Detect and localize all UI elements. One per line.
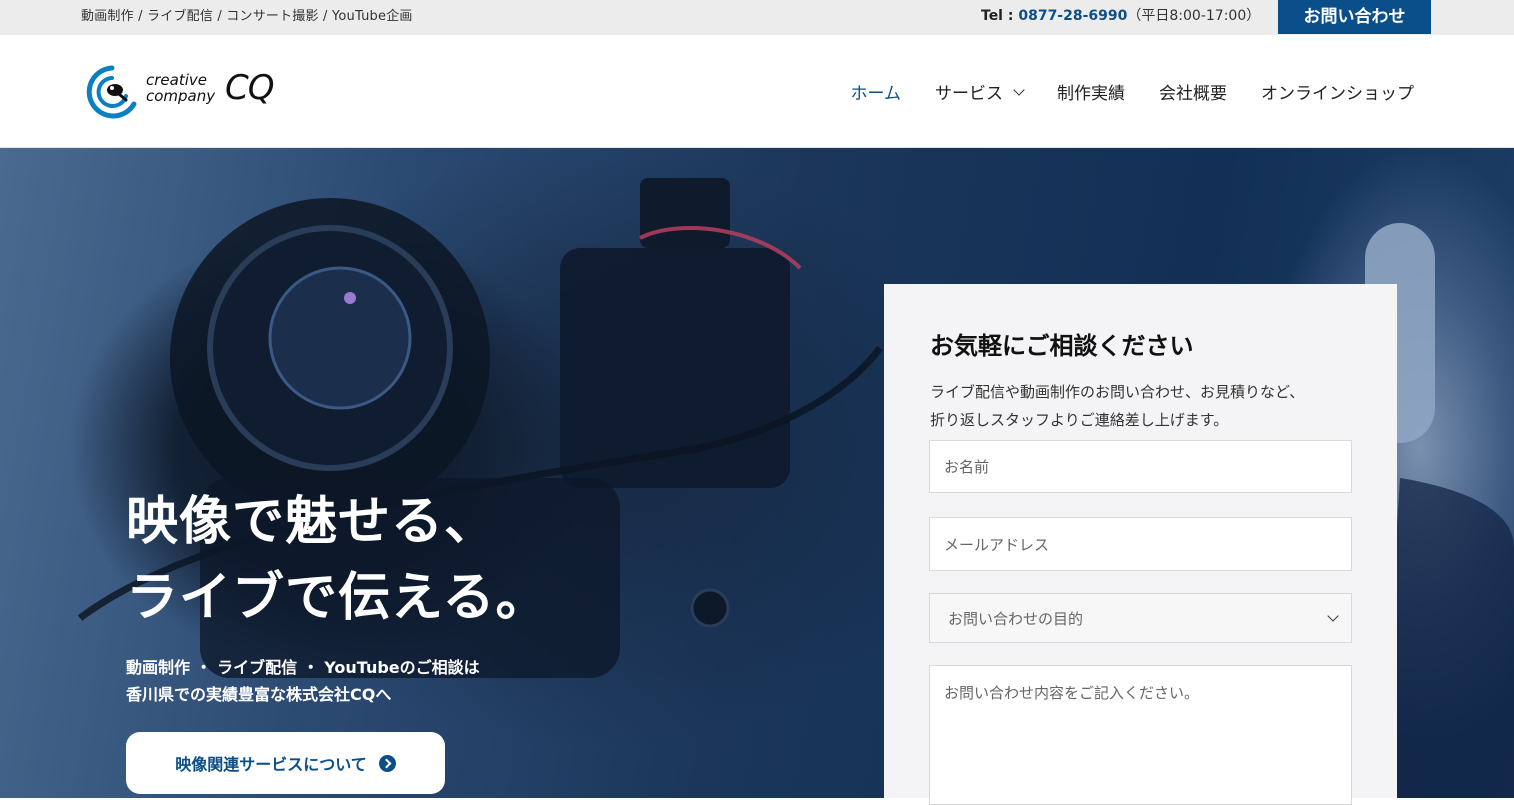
contact-form: お気軽にご相談ください ライブ配信や動画制作のお問い合わせ、お見積りなど、 折り… [884,284,1397,805]
logo-mark: CQ [225,68,275,108]
nav-item-label: 会社概要 [1159,84,1227,104]
nav-item-label: オンラインショップ [1261,84,1414,104]
form-description-line2: 折り返しスタッフよりご連絡差し上げます。 [930,411,1229,429]
service-list: 動画制作 / ライブ配信 / コンサート撮影 / YouTube企画 [81,9,413,24]
hero-subtitle-line2: 香川県での実績豊富な株式会社CQへ [126,685,392,704]
hero-title: 映像で魅せる、 ライブで伝える。 [126,484,548,636]
tel-label: Tel : [981,8,1019,24]
nav-item-shop[interactable]: オンラインショップ [1261,79,1414,104]
form-description-line1: ライブ配信や動画制作のお問い合わせ、お見積りなど、 [930,383,1305,401]
nav-item-works[interactable]: 制作実績 [1057,79,1125,104]
purpose-select[interactable]: お問い合わせの目的 [929,593,1352,643]
services-button-label: 映像関連サービスについて [175,755,367,774]
nav-item-label: ホーム [850,84,902,104]
email-placeholder: メールアドレス [944,535,1050,554]
logo-eye-icon [86,65,137,119]
email-input[interactable]: メールアドレス [929,517,1352,571]
services-button[interactable]: 映像関連サービスについて [126,732,445,794]
nav-item-label: 制作実績 [1057,84,1125,104]
name-input[interactable]: お名前 [929,440,1352,493]
tel-hours: （平日8:00-17:00） [1127,8,1261,24]
hero-subtitle: 動画制作 ・ ライブ配信 ・ YouTubeのご相談は 香川県での実績豊富な株式… [126,654,480,708]
chevron-down-icon [1013,83,1025,96]
nav-item-services[interactable]: サービス [935,79,1025,104]
tel-number[interactable]: 0877-28-6990 [1018,8,1127,24]
hero-title-line1: 映像で魅せる、 [126,492,498,552]
hero-title-line2: ライブで伝える。 [126,568,549,628]
logo-text-line2: company [146,87,216,105]
purpose-selected-value: お問い合わせの目的 [948,609,1084,628]
form-title: お気軽にご相談ください [930,332,1194,360]
form-description: ライブ配信や動画制作のお問い合わせ、お見積りなど、 折り返しスタッフよりご連絡差… [930,378,1360,434]
nav-item-home[interactable]: ホーム [851,79,902,104]
nav-item-company[interactable]: 会社概要 [1159,79,1227,104]
name-placeholder: お名前 [944,458,990,476]
contact-button[interactable]: お問い合わせ [1278,0,1431,34]
message-placeholder: お問い合わせ内容をご記入ください。 [944,684,1200,702]
site-logo[interactable]: creative company CQ [82,64,292,120]
arrow-right-circle-icon [378,754,396,772]
logo-text-line1: creative [146,71,207,89]
site-header: creative company CQ ホーム サービス 制作実績 会社概要 オ… [0,35,1514,148]
main-nav: ホーム サービス 制作実績 会社概要 オンラインショップ [851,79,1414,104]
hero-subtitle-line1: 動画制作 ・ ライブ配信 ・ YouTubeのご相談は [126,658,480,677]
nav-item-label: サービス [935,84,1003,104]
top-bar: 動画制作 / ライブ配信 / コンサート撮影 / YouTube企画 Tel :… [0,0,1514,35]
chevron-down-icon [1327,610,1339,622]
message-textarea[interactable]: お問い合わせ内容をご記入ください。 [929,665,1352,805]
phone-info: Tel : 0877-28-6990（平日8:00-17:00） [981,5,1260,25]
